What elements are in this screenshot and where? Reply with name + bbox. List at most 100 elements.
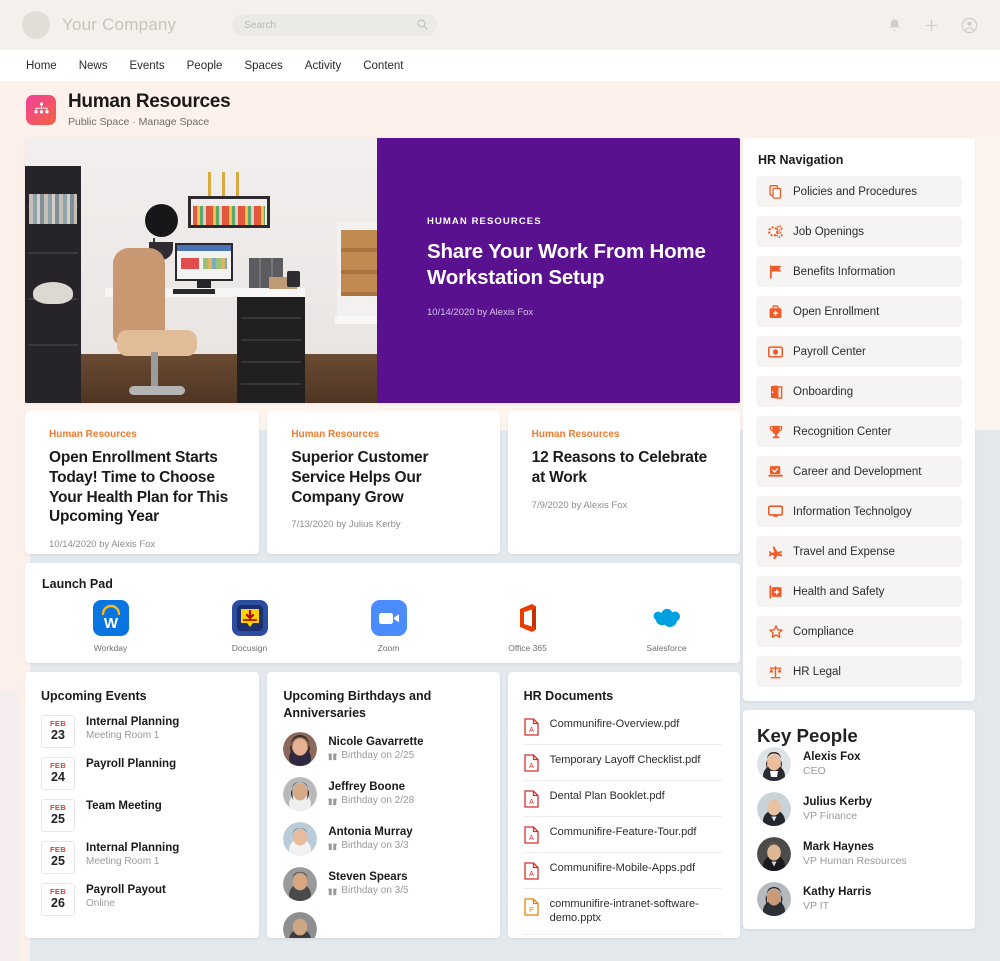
sidebar-item-travel-and-expense[interactable]: Travel and Expense	[756, 536, 962, 567]
key-person-row[interactable]: Kathy Harris VP IT	[757, 882, 962, 916]
document-row[interactable]: A Temporary Layoff Checklist.pdf	[524, 745, 722, 781]
sidebar-item-compliance[interactable]: Compliance	[756, 616, 962, 647]
sidebar-item-payroll-center[interactable]: Payroll Center	[756, 336, 962, 367]
person-name[interactable]: Kathy Harris	[803, 886, 871, 898]
event-row[interactable]: FEB 23 Internal Planning Meeting Room 1	[41, 715, 241, 748]
svg-text:A: A	[529, 835, 534, 842]
event-row[interactable]: FEB 25 Team Meeting	[41, 799, 241, 832]
article-card[interactable]: Human Resources Open Enrollment Starts T…	[25, 411, 259, 554]
birthday-row[interactable]: Antonia Murray Birthday on 3/3	[283, 822, 481, 856]
sidebar-item-open-enrollment[interactable]: Open Enrollment	[756, 296, 962, 327]
birthday-row-partial[interactable]	[283, 912, 481, 938]
birthdays-title: Upcoming Birthdays and Anniversaries	[283, 688, 481, 722]
avatar[interactable]	[283, 912, 317, 938]
event-name[interactable]: Internal Planning	[86, 842, 179, 854]
document-row[interactable]: P communifire-intranet-software-demo.ppt…	[524, 889, 722, 935]
event-row[interactable]: FEB 24 Payroll Planning	[41, 757, 241, 790]
avatar[interactable]	[757, 747, 791, 781]
person-name[interactable]: Nicole Gavarrette	[328, 736, 423, 748]
key-person-row[interactable]: Alexis Fox CEO	[757, 747, 962, 781]
document-row[interactable]: A Dental Plan Booklet.pdf	[524, 781, 722, 817]
app-tile-workday[interactable]: W Workday	[41, 600, 180, 653]
article-meta: 10/14/2020 by Alexis Fox	[49, 539, 237, 550]
sidebar-item-benefits-information[interactable]: Benefits Information	[756, 256, 962, 287]
event-name[interactable]: Payroll Payout	[86, 884, 166, 896]
app-tile-docusign[interactable]: Docusign	[180, 600, 319, 653]
person-name[interactable]: Steven Spears	[328, 871, 408, 883]
person-name[interactable]: Alexis Fox	[803, 751, 861, 763]
avatar[interactable]	[283, 867, 317, 901]
event-month: FEB	[42, 761, 74, 770]
document-name[interactable]: Dental Plan Booklet.pdf	[550, 789, 665, 804]
nav-item-activity[interactable]: Activity	[305, 60, 341, 72]
bottom-widget-row: Upcoming Events FEB 23 Internal Planning…	[25, 672, 740, 938]
document-row[interactable]: A Communifire-Mobile-Apps.pdf	[524, 853, 722, 889]
key-person-row[interactable]: Mark Haynes VP Human Resources	[757, 837, 962, 871]
document-name[interactable]: Communifire-Mobile-Apps.pdf	[550, 861, 696, 876]
nav-item-spaces[interactable]: Spaces	[244, 60, 282, 72]
space-subtitle[interactable]: Public Space · Manage Space	[68, 116, 230, 128]
person-name[interactable]: Antonia Murray	[328, 826, 412, 838]
sidebar-item-information-technology[interactable]: Information Technolgoy	[756, 496, 962, 527]
app-tile-office365[interactable]: Office 365	[458, 600, 597, 653]
avatar[interactable]	[283, 777, 317, 811]
article-title[interactable]: Open Enrollment Starts Today! Time to Ch…	[49, 448, 237, 527]
nav-item-news[interactable]: News	[79, 60, 108, 72]
article-card[interactable]: Human Resources Superior Customer Servic…	[267, 411, 499, 554]
pdf-file-icon: A	[524, 790, 539, 808]
person-role: CEO	[803, 765, 861, 777]
account-icon[interactable]	[961, 17, 978, 34]
nav-item-people[interactable]: People	[187, 60, 223, 72]
event-month: FEB	[42, 845, 74, 854]
plus-icon[interactable]	[924, 18, 939, 33]
birthday-row[interactable]: Jeffrey Boone Birthday on 2/28	[283, 777, 481, 811]
app-tile-salesforce[interactable]: Salesforce	[597, 600, 736, 653]
article-card[interactable]: Human Resources 12 Reasons to Celebrate …	[508, 411, 740, 554]
avatar[interactable]	[757, 837, 791, 871]
document-name[interactable]: Communifire-Overview.pdf	[550, 717, 680, 732]
bell-icon[interactable]	[887, 18, 902, 33]
app-tile-zoom[interactable]: Zoom	[319, 600, 458, 653]
document-name[interactable]: Communifire-Feature-Tour.pdf	[550, 825, 697, 840]
event-name[interactable]: Payroll Planning	[86, 758, 176, 770]
hero-feature-article[interactable]: HUMAN RESOURCES Share Your Work From Hom…	[25, 138, 740, 403]
avatar[interactable]	[757, 792, 791, 826]
sidebar-item-hr-legal[interactable]: HR Legal	[756, 656, 962, 687]
company-logo[interactable]	[22, 11, 50, 39]
person-name[interactable]: Mark Haynes	[803, 841, 907, 853]
article-title[interactable]: 12 Reasons to Celebrate at Work	[532, 448, 718, 488]
nav-item-events[interactable]: Events	[129, 60, 164, 72]
key-person-row[interactable]: Julius Kerby VP Finance	[757, 792, 962, 826]
hero-title[interactable]: Share Your Work From Home Workstation Se…	[427, 239, 706, 291]
sidebar-item-recognition-center[interactable]: Recognition Center	[756, 416, 962, 447]
nav-item-home[interactable]: Home	[26, 60, 57, 72]
sidebar-item-health-and-safety[interactable]: Health and Safety	[756, 576, 962, 607]
person-name[interactable]: Jeffrey Boone	[328, 781, 414, 793]
document-name[interactable]: Temporary Layoff Checklist.pdf	[550, 753, 701, 768]
event-name[interactable]: Team Meeting	[86, 800, 162, 812]
pdf-file-icon: A	[524, 754, 539, 772]
avatar[interactable]	[283, 732, 317, 766]
event-row[interactable]: FEB 25 Internal Planning Meeting Room 1	[41, 841, 241, 874]
event-row[interactable]: FEB 26 Payroll Payout Online	[41, 883, 241, 916]
document-name[interactable]: communifire-intranet-software-demo.pptx	[550, 897, 722, 926]
scales-icon	[768, 664, 783, 679]
search-box[interactable]	[232, 14, 437, 36]
avatar[interactable]	[757, 882, 791, 916]
sidebar-item-policies-and-procedures[interactable]: Policies and Procedures	[756, 176, 962, 207]
sidebar-item-career-and-development[interactable]: Career and Development	[756, 456, 962, 487]
search-input[interactable]	[232, 20, 437, 31]
event-name[interactable]: Internal Planning	[86, 716, 179, 728]
document-row[interactable]: A Communifire-Overview.pdf	[524, 715, 722, 745]
nav-item-content[interactable]: Content	[363, 60, 403, 72]
article-title[interactable]: Superior Customer Service Helps Our Comp…	[291, 448, 477, 507]
person-name[interactable]: Julius Kerby	[803, 796, 872, 808]
sidebar-item-onboarding[interactable]: Onboarding	[756, 376, 962, 407]
birthday-row[interactable]: Steven Spears Birthday on 3/5	[283, 867, 481, 901]
avatar[interactable]	[283, 822, 317, 856]
document-row[interactable]: A Communifire-Feature-Tour.pdf	[524, 817, 722, 853]
sidebar-item-job-openings[interactable]: Job Openings	[756, 216, 962, 247]
person-role: VP Human Resources	[803, 855, 907, 867]
birthday-info: Birthday on 3/3	[328, 840, 412, 851]
birthday-row[interactable]: Nicole Gavarrette Birthday on 2/25	[283, 732, 481, 766]
